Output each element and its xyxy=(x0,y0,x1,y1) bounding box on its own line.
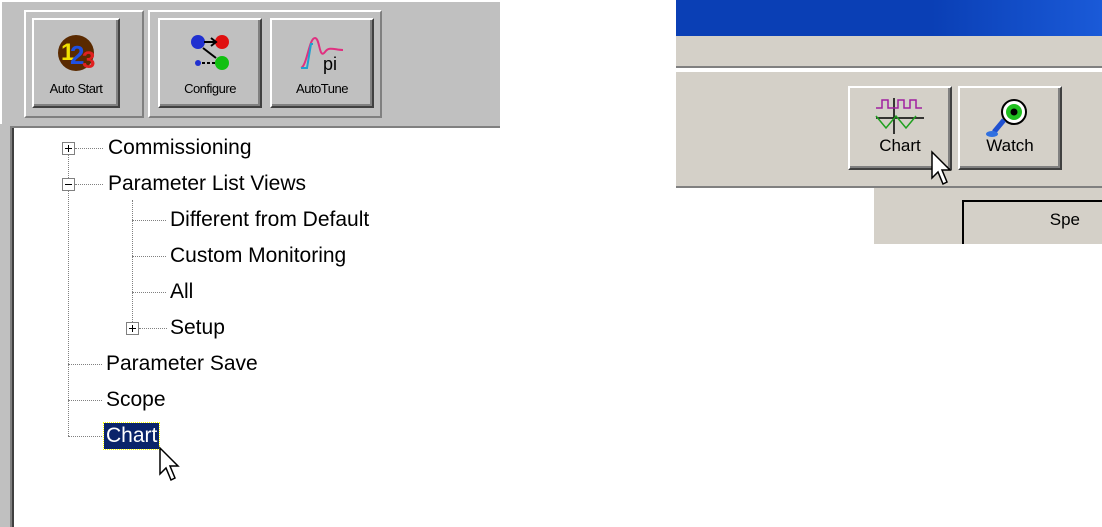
right-window: Chart Watch Spe xyxy=(676,0,1102,244)
left-toolbar: 1 2 3 Auto Start Configure pi AutoTune xyxy=(0,0,500,124)
setup-expand-icon[interactable] xyxy=(126,322,139,335)
speed-panel: Spe xyxy=(962,200,1102,244)
autotune-button[interactable]: pi AutoTune xyxy=(270,18,374,108)
lower-left-area xyxy=(676,188,872,244)
watch-eye-icon xyxy=(986,99,1027,137)
tree-item-parameter-list-views[interactable]: Parameter List Views xyxy=(108,171,306,197)
tree-item-custom-monitoring[interactable]: Custom Monitoring xyxy=(170,243,346,269)
mouse-cursor-icon xyxy=(931,150,952,186)
watch-button-label: Watch xyxy=(986,136,1034,155)
watch-button[interactable]: Watch xyxy=(958,86,1062,170)
chart-icon xyxy=(875,98,924,134)
title-bar xyxy=(676,0,1102,36)
tree-item-commissioning[interactable]: Commissioning xyxy=(108,135,252,161)
navigation-tree[interactable]: Commissioning Parameter List Views Diffe… xyxy=(10,126,500,527)
auto-start-label: Auto Start xyxy=(49,81,103,96)
tree-item-chart[interactable]: Chart xyxy=(102,422,161,450)
svg-text:3: 3 xyxy=(82,47,95,74)
parameter-list-views-collapse-icon[interactable] xyxy=(62,178,75,191)
configure-label: Configure xyxy=(184,81,236,96)
tree-frame: Commissioning Parameter List Views Diffe… xyxy=(0,124,500,527)
commissioning-expand-icon[interactable] xyxy=(62,142,75,155)
tree-item-all[interactable]: All xyxy=(170,279,193,305)
auto-start-button[interactable]: 1 2 3 Auto Start xyxy=(32,18,120,108)
mouse-cursor-icon xyxy=(159,446,180,482)
configure-icon xyxy=(191,35,229,70)
tree-item-parameter-save[interactable]: Parameter Save xyxy=(106,351,258,377)
left-window: 1 2 3 Auto Start Configure pi AutoTune C… xyxy=(0,0,500,527)
tree-item-scope[interactable]: Scope xyxy=(106,387,166,413)
configure-button[interactable]: Configure xyxy=(158,18,262,108)
tree-item-setup[interactable]: Setup xyxy=(170,315,225,341)
autotune-pi-icon: pi xyxy=(300,36,344,74)
svg-text:pi: pi xyxy=(323,54,337,74)
autostart-123-icon: 1 2 3 xyxy=(58,35,95,74)
autotune-label: AutoTune xyxy=(296,81,348,96)
tree-item-different-from-default[interactable]: Different from Default xyxy=(170,207,369,233)
speed-panel-label: Spe xyxy=(1049,210,1080,229)
